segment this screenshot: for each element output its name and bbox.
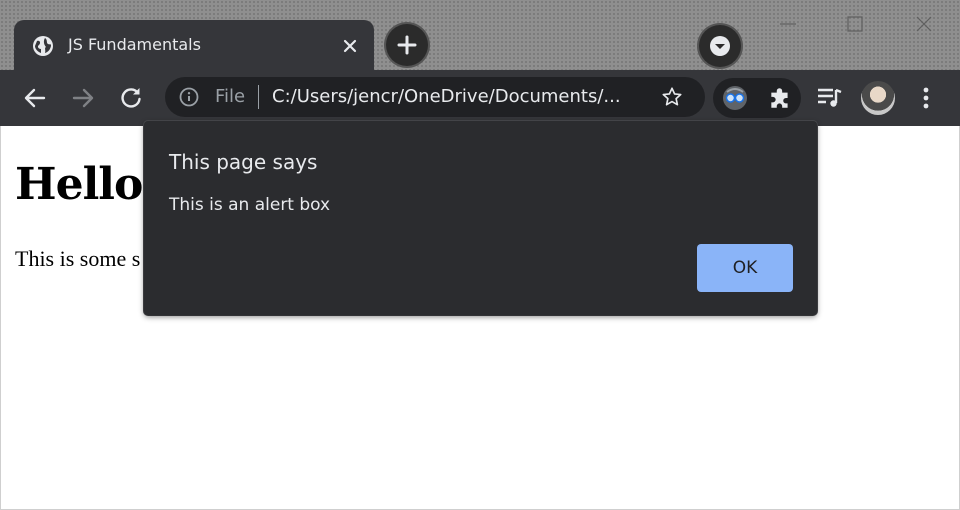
globe-icon [32, 35, 54, 57]
chevron-down-icon [710, 36, 730, 56]
tab-strip: JS Fundamentals [0, 0, 960, 70]
tab-js-fundamentals[interactable]: JS Fundamentals [14, 20, 374, 70]
ok-button[interactable]: OK [697, 244, 793, 292]
divider [258, 85, 259, 109]
extension-icon[interactable] [721, 84, 749, 112]
avatar[interactable] [861, 81, 895, 115]
plus-icon [397, 35, 417, 55]
new-tab-button[interactable] [386, 24, 428, 66]
dialog-title: This page says [169, 150, 318, 174]
close-icon[interactable] [910, 10, 938, 38]
maximize-icon[interactable] [841, 10, 869, 38]
puzzle-icon[interactable] [767, 85, 793, 111]
page-paragraph: This is some s [15, 246, 141, 271]
extensions-group [713, 78, 801, 118]
tab-close-icon[interactable] [340, 36, 360, 56]
minimize-icon[interactable] [774, 10, 802, 38]
alert-dialog: This page says This is an alert box OK [144, 121, 817, 315]
dialog-message: This is an alert box [169, 195, 331, 215]
browser-toolbar: File C:/Users/jencr/OneDrive/Documents/.… [0, 70, 960, 126]
tab-search-button[interactable] [699, 25, 741, 67]
kebab-menu-icon[interactable] [914, 84, 938, 112]
info-icon[interactable] [179, 87, 199, 107]
address-bar[interactable]: File C:/Users/jencr/OneDrive/Documents/.… [165, 77, 705, 117]
reload-icon[interactable] [117, 84, 145, 112]
tab-title: JS Fundamentals [68, 35, 201, 54]
url-scheme-label: File [215, 86, 246, 107]
forward-arrow-icon[interactable] [69, 84, 97, 112]
url-text[interactable]: C:/Users/jencr/OneDrive/Documents/... [272, 86, 621, 107]
back-arrow-icon[interactable] [21, 84, 49, 112]
star-icon[interactable] [661, 86, 683, 108]
media-queue-icon[interactable] [815, 85, 843, 111]
